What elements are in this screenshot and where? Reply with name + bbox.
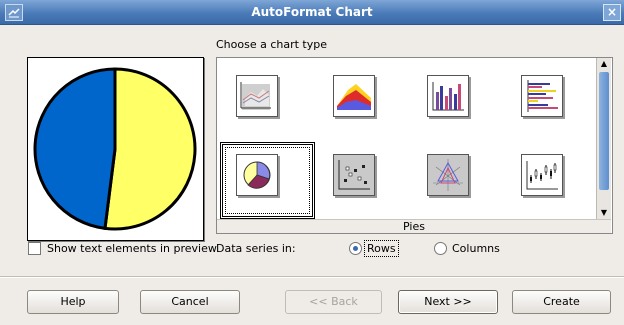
- chart-preview: [27, 57, 204, 241]
- chart-type-bar[interactable]: [521, 75, 563, 117]
- help-button[interactable]: Help: [27, 290, 119, 314]
- gallery-scrollbar[interactable]: ▲ ▼: [596, 58, 611, 219]
- chart-category-label: Pies: [217, 219, 611, 233]
- radio-selected-dot: [353, 246, 358, 251]
- selected-chart-type-frame: [220, 142, 315, 219]
- area-stacked-icon: [337, 84, 371, 110]
- rows-label[interactable]: Rows: [367, 242, 396, 255]
- columns-label[interactable]: Columns: [452, 242, 500, 255]
- chart-type-heading: Choose a chart type: [216, 38, 328, 51]
- chart-type-column-3d[interactable]: [427, 75, 469, 117]
- xy-scatter-icon: [338, 160, 370, 190]
- column-3d-icon: [432, 82, 464, 111]
- net-icon: [433, 159, 463, 191]
- show-text-elements-label[interactable]: Show text elements in preview: [47, 242, 217, 255]
- chart-type-xy-scatter[interactable]: [333, 154, 375, 196]
- create-button[interactable]: Create: [512, 290, 611, 314]
- chart-type-net[interactable]: [427, 154, 469, 196]
- chart-type-area-stacked[interactable]: [333, 75, 375, 117]
- button-separator: [0, 276, 624, 278]
- chart-type-area-3d[interactable]: [236, 75, 278, 117]
- bar-icon: [527, 80, 558, 112]
- close-icon[interactable]: ×: [603, 4, 621, 21]
- columns-radio[interactable]: [434, 242, 447, 255]
- preview-pie-chart: [33, 67, 197, 231]
- scrollbar-thumb[interactable]: [599, 72, 609, 190]
- show-text-elements-checkbox[interactable]: [28, 242, 41, 255]
- area-3d-icon: [240, 82, 271, 110]
- data-series-label: Data series in:: [216, 242, 296, 255]
- pie-slice: [103, 67, 197, 231]
- scroll-down-icon[interactable]: ▼: [597, 207, 611, 219]
- cancel-button[interactable]: Cancel: [140, 290, 240, 314]
- stock-icon: [526, 161, 558, 190]
- scroll-up-icon[interactable]: ▲: [597, 58, 611, 70]
- next-button[interactable]: Next >>: [398, 290, 498, 314]
- pie-slice: [33, 67, 117, 231]
- rows-radio[interactable]: [349, 242, 362, 255]
- back-button[interactable]: << Back: [285, 290, 382, 314]
- chart-type-stock[interactable]: [521, 154, 563, 196]
- title-bar: AutoFormat Chart ×: [0, 0, 624, 25]
- window-title: AutoFormat Chart: [251, 5, 373, 19]
